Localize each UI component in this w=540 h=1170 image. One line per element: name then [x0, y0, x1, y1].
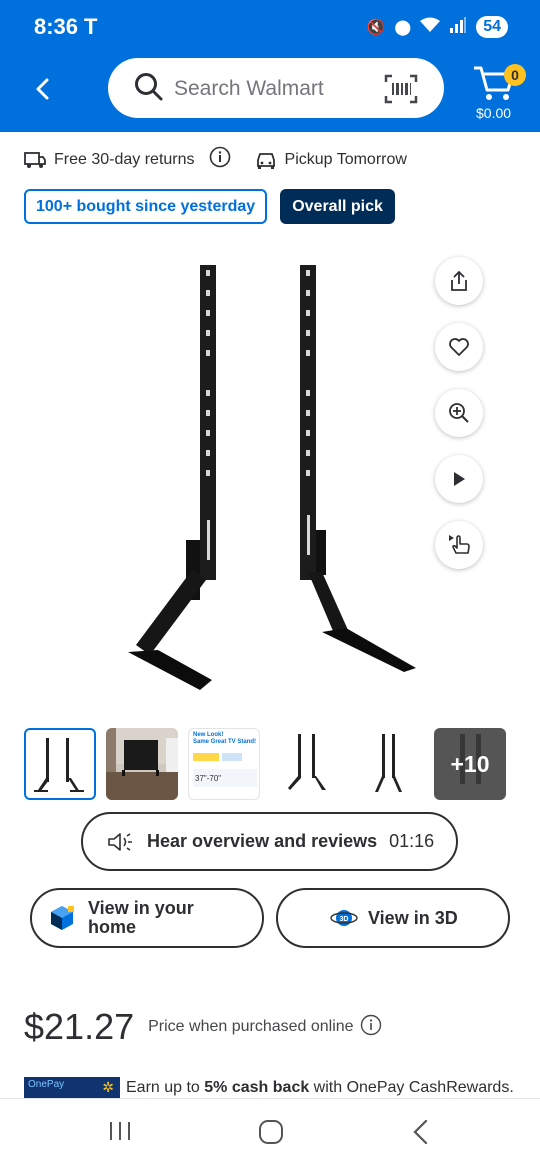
- search-icon: [134, 72, 164, 107]
- location-icon: ⬤: [394, 19, 412, 36]
- spark-icon: ✲: [102, 1079, 114, 1095]
- cart-total: $0.00: [476, 105, 512, 121]
- status-time: 8:36: [34, 14, 79, 39]
- onepay-promo[interactable]: OnePay ✲ Earn up to 5% cash back with On…: [24, 1077, 514, 1099]
- returns-label: Free 30-day returns: [54, 150, 195, 168]
- thumbnail-3[interactable]: New Look! Same Great TV Stand! 37"-70": [188, 728, 260, 800]
- play-icon: [454, 472, 465, 486]
- speaker-icon: [108, 832, 132, 851]
- fulfillment-benefits: Free 30-day returns Pickup Tomorrow: [24, 146, 407, 173]
- product-image[interactable]: [100, 250, 440, 700]
- car-icon: [256, 152, 275, 169]
- view-in-home-button[interactable]: View in your home: [30, 888, 264, 948]
- onepay-card-image: OnePay ✲: [24, 1077, 120, 1099]
- battery-indicator: 54: [476, 16, 508, 38]
- back-arrow-icon: [36, 78, 49, 100]
- barcode-scan-icon[interactable]: [384, 74, 418, 109]
- returns-info: Free 30-day returns: [24, 146, 231, 173]
- heart-icon: [449, 338, 469, 356]
- zoom-button[interactable]: [435, 389, 483, 437]
- audio-overview-label: Hear overview and reviews: [147, 831, 378, 851]
- thumbnail-2[interactable]: [106, 728, 178, 800]
- wifi-icon: [420, 17, 441, 37]
- mute-icon: 🔇: [366, 19, 386, 36]
- view-in-home-line1: View in your: [88, 898, 194, 918]
- app-header: Search Walmart 0 $0.00: [0, 54, 540, 132]
- view-in-home-text: View in your home: [88, 899, 194, 937]
- home-icon: [259, 1120, 283, 1144]
- pickup-label: Pickup Tomorrow: [284, 150, 407, 168]
- view-in-3d-button[interactable]: 3D View in 3D: [276, 888, 510, 948]
- system-nav-bar: [0, 1098, 540, 1170]
- cart-count-badge: 0: [504, 64, 526, 86]
- returns-truck-icon: [24, 151, 46, 168]
- more-images-count: +10: [450, 750, 490, 777]
- play-video-button[interactable]: [435, 455, 483, 503]
- share-icon: [451, 270, 467, 291]
- system-back-button[interactable]: [410, 1119, 432, 1150]
- recent-apps-icon: [110, 1122, 130, 1140]
- promo-box-new: [222, 753, 242, 761]
- recent-apps-button[interactable]: [108, 1119, 132, 1148]
- thumbnail-more[interactable]: +10: [434, 728, 506, 800]
- promo-size-range: 37"-70": [195, 774, 222, 783]
- back-button[interactable]: [30, 74, 56, 104]
- favorite-button[interactable]: [435, 323, 483, 371]
- home-button[interactable]: [258, 1119, 284, 1150]
- audio-overview-button[interactable]: Hear overview and reviews 01:16: [81, 812, 458, 871]
- audio-duration: 01:16: [389, 831, 435, 851]
- onepay-text: Earn up to 5% cash back with OnePay Cash…: [126, 1079, 514, 1096]
- view-in-home-line2: home: [88, 917, 137, 937]
- bought-badge: 100+ bought since yesterday: [24, 189, 268, 224]
- cart-button[interactable]: 0 $0.00: [472, 60, 532, 124]
- promo-box-old: [193, 753, 219, 761]
- promo-headline: New Look!: [193, 732, 224, 738]
- zoom-in-icon: [449, 403, 469, 423]
- thumbnail-strip: New Look! Same Great TV Stand! 37"-70" +…: [24, 728, 514, 800]
- svg-text:3D: 3D: [340, 916, 349, 923]
- tesla-icon: T: [84, 14, 98, 39]
- thumbnail-5[interactable]: [352, 728, 424, 800]
- price-info-icon[interactable]: [360, 1014, 382, 1041]
- view-in-3d-label: View in 3D: [368, 907, 458, 928]
- price-note: Price when purchased online: [148, 1018, 354, 1035]
- product-badges: 100+ bought since yesterday Overall pick: [24, 189, 395, 224]
- pickup-info: Pickup Tomorrow: [255, 150, 407, 170]
- thumbnail-4[interactable]: [270, 728, 342, 800]
- share-button[interactable]: [435, 257, 483, 305]
- status-icons: 🔇 ⬤ 54: [367, 14, 508, 40]
- price-section: $21.27 Price when purchased online: [24, 1006, 382, 1048]
- promo-subhead: Same Great TV Stand!: [193, 739, 257, 745]
- signal-icon: [449, 17, 467, 37]
- ar-cube-icon: [51, 906, 74, 930]
- overall-pick-badge: Overall pick: [280, 189, 395, 224]
- search-input[interactable]: Search Walmart: [174, 77, 324, 101]
- thumbnail-1[interactable]: [24, 728, 96, 800]
- product-price: $21.27: [24, 1006, 135, 1047]
- info-icon[interactable]: [209, 146, 231, 173]
- hand-pointer-icon: [449, 535, 470, 554]
- interactive-view-button[interactable]: [435, 521, 483, 569]
- 3d-view-icon: 3D: [330, 910, 358, 926]
- search-bar[interactable]: Search Walmart: [108, 58, 444, 118]
- status-bar: 8:36 T 🔇 ⬤ 54: [0, 0, 540, 54]
- back-chevron-icon: [413, 1119, 428, 1145]
- onepay-card-label: OnePay: [28, 1079, 65, 1090]
